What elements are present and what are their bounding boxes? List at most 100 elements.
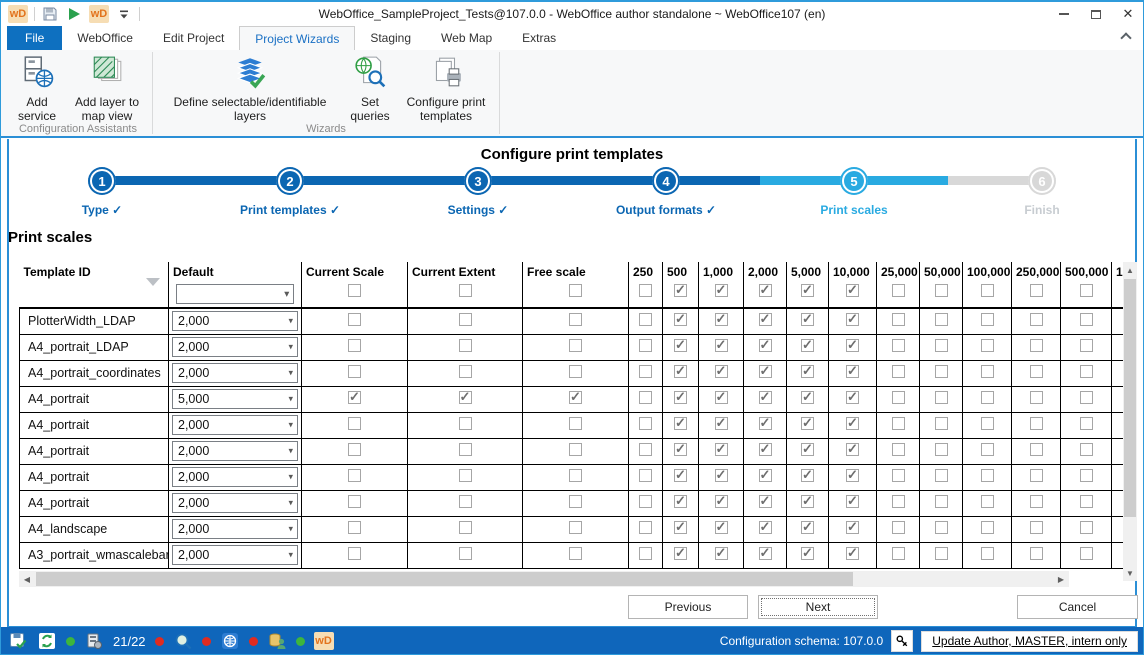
checkbox-100-000[interactable] (980, 417, 994, 430)
default-scale-select[interactable]: 2,000 ▾ (172, 415, 298, 435)
checkbox-5-000[interactable] (801, 337, 814, 353)
checkbox-free-scale[interactable] (569, 495, 582, 508)
checkbox-100-000[interactable] (980, 443, 994, 456)
checkbox-current-extent[interactable] (458, 389, 472, 405)
checkbox-current-extent[interactable] (458, 417, 472, 430)
step-circle[interactable]: 1 (88, 167, 116, 195)
checkbox-250-000[interactable] (1029, 443, 1043, 456)
add-service-button[interactable]: Add service (8, 53, 66, 125)
checkbox-250-000[interactable] (1029, 469, 1043, 482)
checkbox-500-000[interactable] (1079, 313, 1093, 327)
default-scale-select[interactable]: 5,000 ▾ (172, 389, 298, 409)
checkbox-2-000[interactable] (758, 389, 772, 405)
previous-button[interactable]: Previous (628, 595, 748, 619)
checkbox-1-000[interactable] (714, 363, 728, 379)
checkbox-1-000[interactable] (714, 493, 728, 509)
tab-extras[interactable]: Extras (507, 26, 571, 50)
checkbox-100-000[interactable] (980, 339, 994, 352)
horizontal-scrollbar-thumb[interactable] (36, 572, 853, 586)
default-scale-select[interactable]: 2,000 ▾ (172, 363, 298, 383)
checkbox-10-000[interactable] (846, 467, 859, 483)
checkbox-250-000[interactable] (1029, 521, 1043, 534)
column-header-template-id[interactable]: Template ID (19, 262, 169, 309)
checkbox-50-000[interactable] (934, 417, 948, 430)
filter-checkbox-1-000[interactable] (714, 282, 728, 298)
checkbox-current-scale[interactable] (348, 313, 361, 327)
sort-descending-icon[interactable] (146, 278, 160, 286)
tab-staging[interactable]: Staging (355, 26, 426, 50)
checkbox-50-000[interactable] (934, 391, 948, 404)
template-id-cell[interactable]: PlotterWidth_LDAP (19, 307, 169, 335)
template-id-cell[interactable]: A4_portrait_LDAP (19, 333, 169, 361)
checkbox-current-scale[interactable] (348, 389, 361, 405)
filter-checkbox-current-scale[interactable] (348, 284, 361, 297)
checkbox-500-000[interactable] (1079, 521, 1093, 534)
default-scale-select[interactable]: 2,000 ▾ (172, 493, 298, 513)
checkbox-1-000[interactable] (714, 545, 728, 561)
next-button[interactable]: Next (758, 595, 878, 619)
checkbox-current-extent[interactable] (458, 339, 472, 352)
checkbox-free-scale[interactable] (569, 365, 582, 378)
checkbox-50-000[interactable] (934, 469, 948, 482)
sync-icon[interactable] (37, 631, 57, 651)
checkbox-5-000[interactable] (801, 545, 814, 561)
checkbox-current-extent[interactable] (458, 313, 472, 327)
filter-checkbox-5-000[interactable] (801, 282, 814, 298)
checkbox-free-scale[interactable] (569, 389, 582, 405)
checkbox-2-000[interactable] (758, 441, 772, 457)
default-scale-select[interactable]: 2,000 ▾ (172, 311, 298, 332)
checkbox-250-000[interactable] (1029, 365, 1043, 378)
save-status-icon[interactable] (8, 631, 28, 651)
checkbox-25-000[interactable] (891, 443, 905, 456)
checkbox-100-000[interactable] (980, 365, 994, 378)
configure-print-templates-button[interactable]: Configure print templates (397, 53, 495, 125)
template-id-cell[interactable]: A4_portrait (19, 385, 169, 413)
maximize-icon[interactable] (1080, 2, 1112, 26)
checkbox-50-000[interactable] (934, 521, 948, 534)
default-filter-select[interactable]: ▾ (176, 284, 294, 304)
checkbox-250-000[interactable] (1029, 313, 1043, 327)
filter-checkbox-current-extent[interactable] (458, 284, 472, 297)
web-service-icon[interactable] (220, 631, 240, 651)
filter-checkbox-250-000[interactable] (1029, 284, 1043, 297)
checkbox-current-extent[interactable] (458, 365, 472, 378)
weboffice-logo-icon[interactable]: wD (8, 5, 28, 23)
checkbox-5-000[interactable] (801, 363, 814, 379)
checkbox-5-000[interactable] (801, 493, 814, 509)
template-id-cell[interactable]: A4_portrait_coordinates (19, 359, 169, 387)
checkbox-2-000[interactable] (758, 545, 772, 561)
checkbox-current-extent[interactable] (458, 495, 472, 508)
template-id-cell[interactable]: A4_portrait (19, 411, 169, 439)
checkbox-10-000[interactable] (846, 493, 859, 509)
set-queries-button[interactable]: Set queries (343, 53, 397, 125)
checkbox-500-000[interactable] (1079, 495, 1093, 508)
checkbox-current-extent[interactable] (458, 521, 472, 534)
save-icon[interactable] (41, 5, 59, 23)
checkbox-5-000[interactable] (801, 311, 814, 327)
checkbox-250-000[interactable] (1029, 547, 1043, 560)
checkbox-free-scale[interactable] (569, 417, 582, 430)
checkbox-25-000[interactable] (891, 547, 905, 560)
checkbox-25-000[interactable] (891, 469, 905, 482)
checkbox-250-000[interactable] (1029, 339, 1043, 352)
checkbox-current-extent[interactable] (458, 469, 472, 482)
checkbox-500[interactable] (674, 519, 687, 535)
checkbox-250[interactable] (639, 391, 652, 404)
filter-checkbox-free-scale[interactable] (569, 284, 582, 297)
checkbox-5-000[interactable] (801, 415, 814, 431)
checkbox-10-000[interactable] (846, 415, 859, 431)
cancel-button[interactable]: Cancel (1017, 595, 1138, 619)
checkbox-current-extent[interactable] (458, 547, 472, 560)
checkbox-250-000[interactable] (1029, 417, 1043, 430)
checkbox-50-000[interactable] (934, 313, 948, 327)
tab-weboffice[interactable]: WebOffice (62, 26, 148, 50)
checkbox-500[interactable] (674, 337, 687, 353)
step-circle[interactable]: 5 (840, 167, 868, 195)
checkbox-current-scale[interactable] (348, 469, 361, 482)
checkbox-500[interactable] (674, 311, 687, 327)
checkbox-current-scale[interactable] (348, 339, 361, 352)
tab-web-map[interactable]: Web Map (426, 26, 507, 50)
checkbox-500[interactable] (674, 389, 687, 405)
checkbox-50-000[interactable] (934, 443, 948, 456)
checkbox-free-scale[interactable] (569, 443, 582, 456)
